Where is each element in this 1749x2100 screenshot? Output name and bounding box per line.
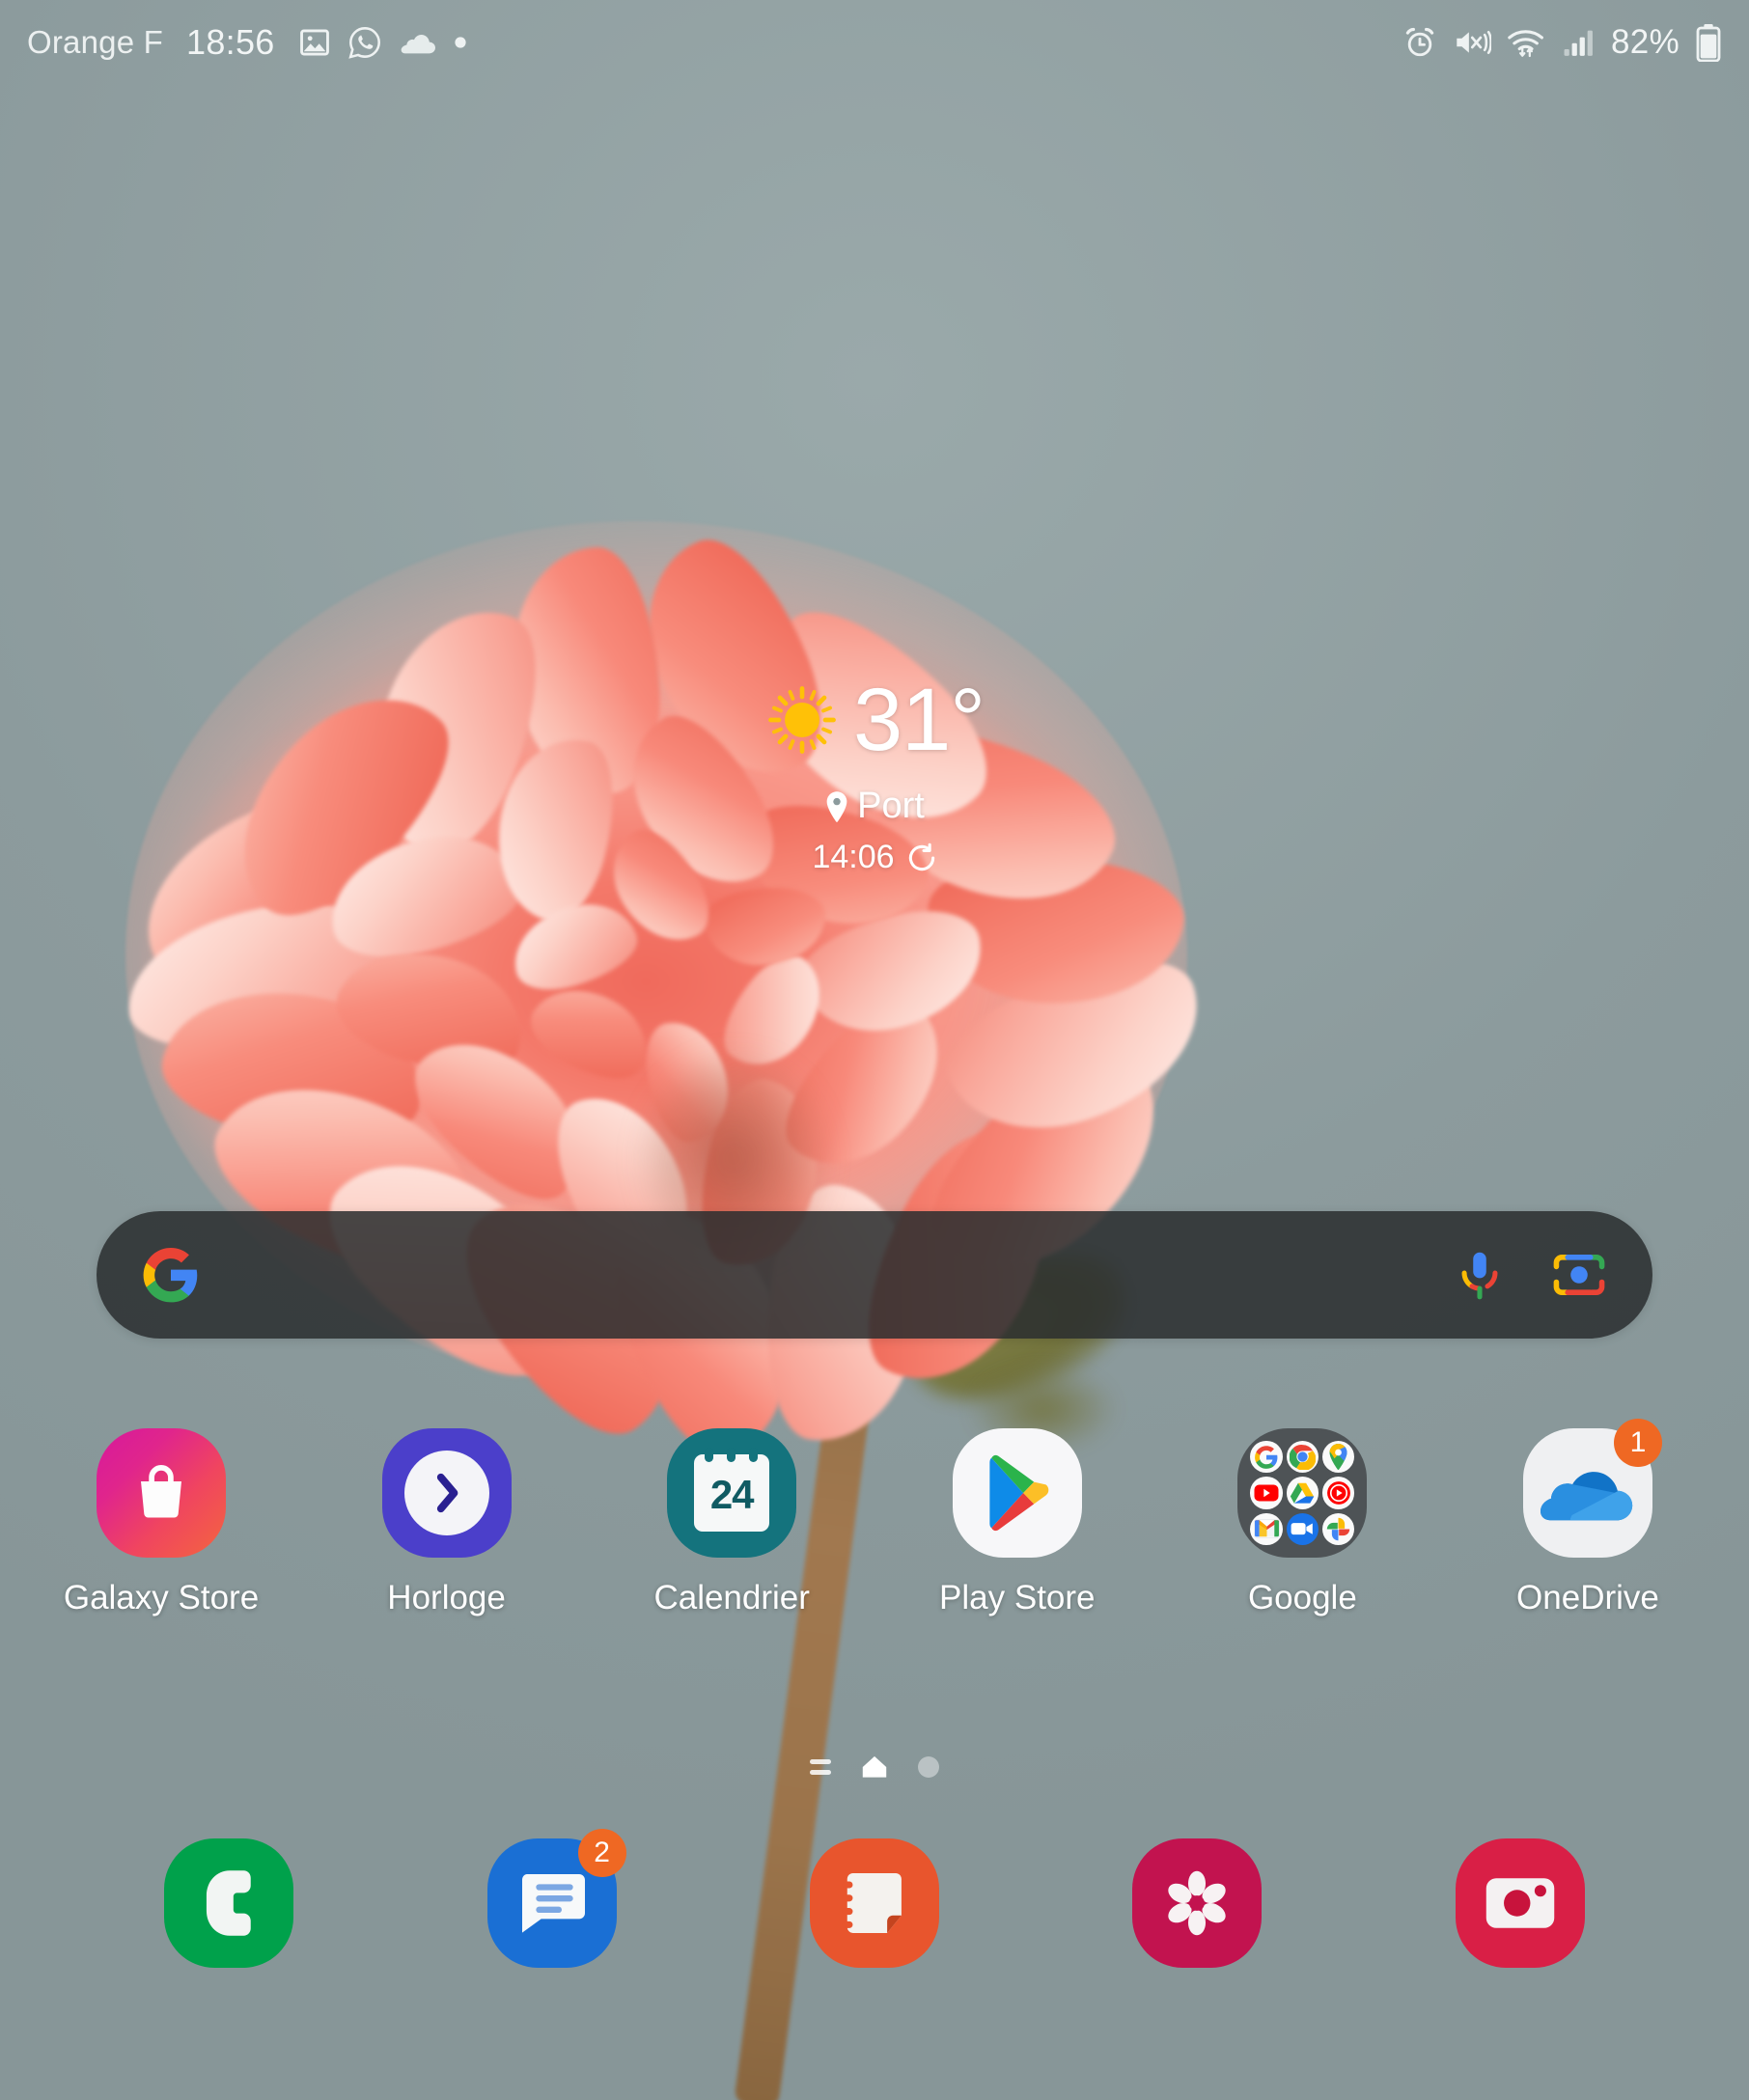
folder-app-meet xyxy=(1286,1512,1319,1545)
page-list-indicator[interactable] xyxy=(810,1759,831,1775)
clock-icon[interactable] xyxy=(381,1428,512,1558)
folder-app-youtube-music xyxy=(1322,1477,1355,1509)
dot-icon xyxy=(454,37,466,48)
page-dot-indicator[interactable] xyxy=(918,1756,939,1778)
weather-location: Port xyxy=(857,786,925,826)
sun-icon xyxy=(768,686,836,754)
dock-app-messages[interactable]: 2 xyxy=(486,1829,626,1968)
app-label: Play Store xyxy=(939,1579,1096,1616)
whatsapp-icon xyxy=(347,27,380,59)
refresh-icon[interactable] xyxy=(906,843,937,873)
alarm-icon xyxy=(1405,27,1434,57)
app-galaxy-store[interactable]: Galaxy Store xyxy=(50,1428,272,1617)
home-screen: Orange F 18:56 82% 31° Port 14:06 Galaxy… xyxy=(0,0,1749,2100)
google-g-icon[interactable] xyxy=(141,1245,201,1305)
galaxy-store-icon[interactable] xyxy=(97,1428,226,1558)
signal-bars-icon xyxy=(1564,30,1593,56)
wifi-icon xyxy=(1508,30,1543,58)
folder-app-gmail xyxy=(1250,1512,1283,1545)
status-bar-clock: 18:56 xyxy=(186,22,275,62)
status-bar: Orange F 18:56 82% xyxy=(0,0,1749,85)
battery-percent-label: 82% xyxy=(1611,23,1680,61)
image-icon xyxy=(299,29,329,56)
carrier-label: Orange F xyxy=(27,24,163,60)
app-label: Google xyxy=(1247,1579,1357,1616)
app-calendrier[interactable]: 24 Calendrier xyxy=(621,1428,843,1617)
weather-temperature: 31° xyxy=(852,671,986,769)
location-pin-icon xyxy=(826,790,847,822)
badge-count: 2 xyxy=(577,1829,626,1877)
folder-app-drive xyxy=(1286,1477,1319,1509)
calendar-icon[interactable]: 24 xyxy=(667,1428,797,1558)
google-folder-icon[interactable] xyxy=(1237,1428,1368,1558)
folder-app-chrome xyxy=(1286,1441,1319,1474)
dock-app-phone[interactable] xyxy=(164,1838,294,1968)
google-search-bar[interactable] xyxy=(97,1211,1652,1339)
page-home-indicator[interactable] xyxy=(860,1755,889,1780)
folder-app-photos xyxy=(1322,1512,1355,1545)
dock-app-camera[interactable] xyxy=(1455,1838,1585,1968)
camera-icon[interactable] xyxy=(1455,1838,1585,1968)
microphone-icon[interactable] xyxy=(1452,1247,1508,1303)
app-label: Horloge xyxy=(387,1579,506,1616)
dock-app-gallery[interactable] xyxy=(1132,1838,1263,1968)
cloud-icon xyxy=(401,35,435,54)
page-indicator xyxy=(0,1755,1749,1780)
app-horloge[interactable]: Horloge xyxy=(336,1428,558,1617)
phone-icon[interactable] xyxy=(164,1838,294,1968)
folder-app-youtube xyxy=(1250,1477,1283,1509)
folder-app-google xyxy=(1250,1441,1283,1474)
app-label: Galaxy Store xyxy=(63,1579,260,1616)
app-folder-google[interactable]: Google xyxy=(1191,1428,1413,1617)
dock: 2 xyxy=(0,1829,1749,1968)
app-play-store[interactable]: Play Store xyxy=(906,1428,1128,1617)
notes-icon[interactable] xyxy=(809,1838,939,1968)
weather-widget[interactable]: 31° Port 14:06 xyxy=(0,676,1749,876)
mute-vibrate-icon xyxy=(1457,31,1492,54)
calendar-day: 24 xyxy=(709,1472,755,1517)
dock-app-notes[interactable] xyxy=(809,1838,939,1968)
app-grid: Galaxy Store Horloge 24 Calendrier Play … xyxy=(0,1419,1749,1617)
folder-app-maps xyxy=(1322,1441,1355,1474)
google-lens-icon[interactable] xyxy=(1550,1246,1608,1304)
app-label: OneDrive xyxy=(1516,1579,1659,1616)
play-store-icon[interactable] xyxy=(952,1428,1082,1558)
battery-icon xyxy=(1696,24,1721,62)
weather-update-time: 14:06 xyxy=(812,839,895,875)
badge-count: 1 xyxy=(1613,1419,1662,1467)
gallery-flower-icon[interactable] xyxy=(1132,1838,1263,1968)
app-onedrive[interactable]: 1 OneDrive xyxy=(1477,1419,1699,1617)
app-label: Calendrier xyxy=(653,1579,810,1616)
wallpaper xyxy=(0,0,1749,2100)
